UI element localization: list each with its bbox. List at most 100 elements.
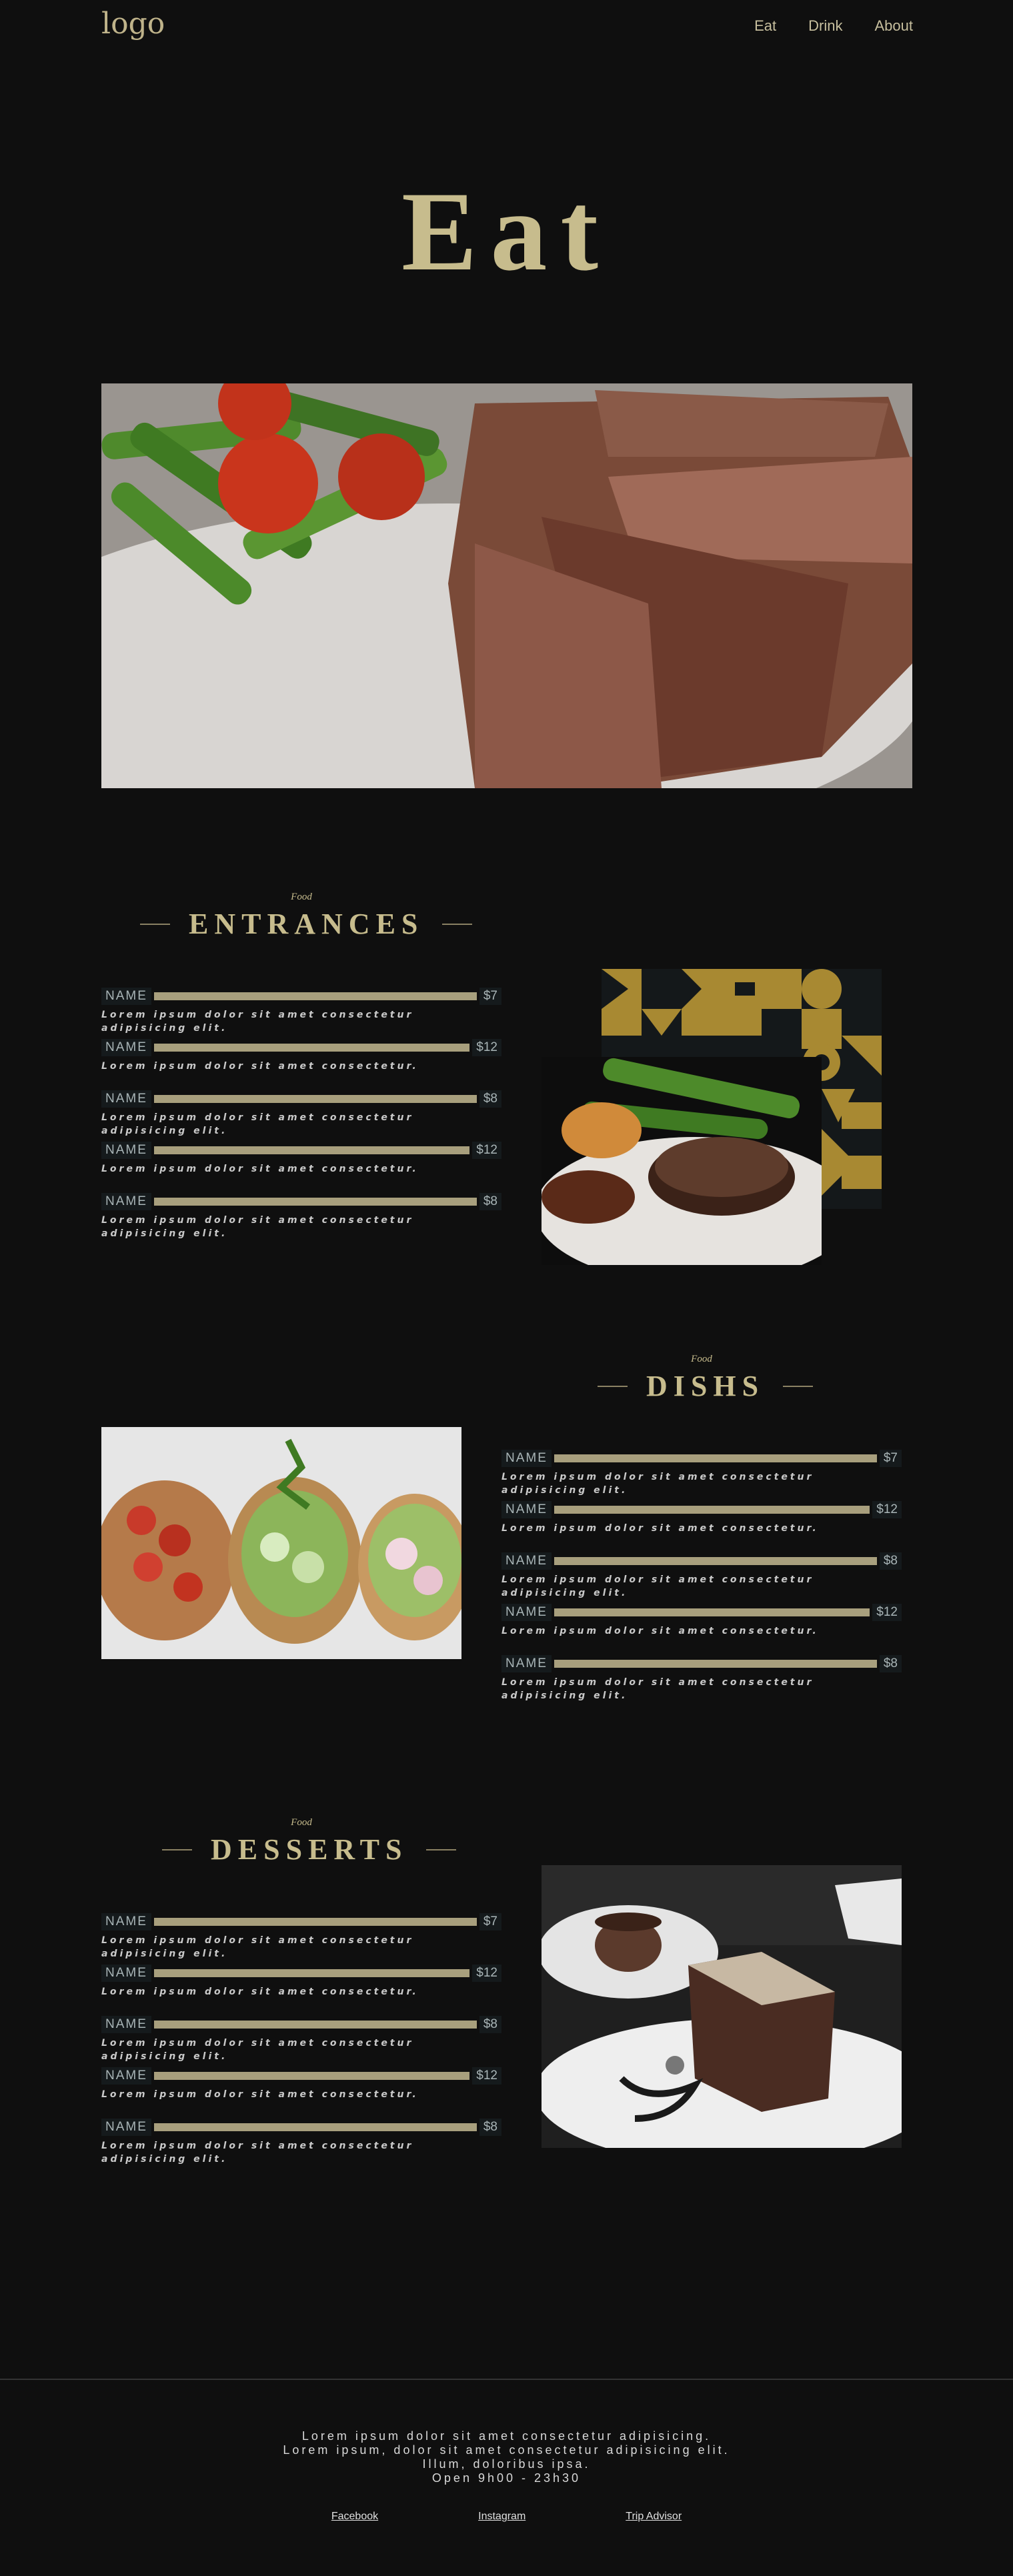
list-item: NAME $8 Lorem ipsum dolor sit amet consec… [501,1654,902,1706]
item-name: NAME [501,1655,552,1672]
item-description: Lorem ipsum dolor sit amet consectetur a… [501,1472,814,1496]
item-price: $12 [872,1501,902,1518]
item-bar [554,1660,877,1668]
list-item: NAME $7 Lorem ipsum dolor sit amet consec… [501,1449,902,1500]
item-bar [554,1506,870,1514]
title-divider-right [426,1848,457,1850]
item-description: Lorem ipsum dolor sit amet consectetur a… [101,1935,414,1959]
item-bar [554,1608,870,1616]
item-description: Lorem ipsum dolor sit amet consectetur a… [101,1010,414,1034]
item-price: $7 [879,1450,902,1467]
item-description: Lorem ipsum dolor sit amet consectetur. [501,1626,819,1636]
entrances-title: ENTRANCES [140,907,473,941]
list-item: NAME $12 Lorem ipsum dolor sit amet conse… [501,1603,902,1654]
list-item: NAME $8 Lorem ipsum dolor sit amet consec… [101,1090,501,1141]
list-item: NAME $12 Lorem ipsum dolor sit amet conse… [101,1038,501,1090]
item-bar [153,992,477,1000]
footer-link-instagram[interactable]: Instagram [478,2511,526,2523]
item-name: NAME [101,2016,151,2033]
logo[interactable]: logo [101,7,165,41]
item-name: NAME [101,2067,151,2085]
desserts-title-text: DESSERTS [211,1833,408,1866]
item-name: NAME [101,1039,151,1056]
item-bar [153,2021,477,2029]
item-price: $8 [479,2119,501,2136]
item-description: Lorem ipsum dolor sit amet consectetur a… [101,1215,414,1239]
footer-link-facebook[interactable]: Facebook [331,2511,378,2523]
dishs-kicker: Food [691,1354,712,1364]
item-name: NAME [101,1090,151,1108]
item-price: $12 [472,2067,501,2085]
list-item: NAME $8 Lorem ipsum dolor sit amet consec… [101,2118,501,2169]
list-item: NAME $8 Lorem ipsum dolor sit amet consec… [101,2015,501,2067]
item-price: $12 [472,1142,501,1159]
desserts-cake-image [542,1865,902,2148]
item-bar [153,1198,477,1206]
item-description: Lorem ipsum dolor sit amet consectetur a… [501,1574,814,1598]
item-name: NAME [501,1450,552,1467]
list-item: NAME $12 Lorem ipsum dolor sit amet conse… [501,1500,902,1552]
item-description: Lorem ipsum dolor sit amet consectetur a… [101,2141,414,2165]
footer-link-trip-advisor[interactable]: Trip Advisor [626,2511,682,2523]
desserts-title: DESSERTS [162,1832,457,1866]
item-price: $8 [879,1552,902,1570]
nav-link-eat[interactable]: Eat [754,17,776,35]
title-divider-left [162,1848,192,1850]
item-bar [153,2123,477,2131]
item-bar [153,2072,470,2080]
entrances-kicker: Food [291,892,312,902]
item-name: NAME [101,988,151,1005]
item-description: Lorem ipsum dolor sit amet consectetur. [501,1523,819,1534]
item-name: NAME [101,1193,151,1210]
item-price: $8 [479,1090,501,1108]
item-price: $12 [472,1039,501,1056]
item-description: Lorem ipsum dolor sit amet consectetur. [101,1061,419,1072]
dishs-toast-image [101,1427,461,1659]
item-bar [554,1557,877,1565]
item-bar [153,1918,477,1926]
item-price: $7 [479,1913,501,1930]
top-nav: logo Eat Drink About [0,0,1013,53]
item-description: Lorem ipsum dolor sit amet consectetur a… [101,2038,414,2062]
item-description: Lorem ipsum dolor sit amet consectetur. [101,1164,419,1174]
item-price: $8 [479,1193,501,1210]
item-description: Lorem ipsum dolor sit amet consectetur. [101,2089,419,2100]
list-item: NAME $12 Lorem ipsum dolor sit amet conse… [101,2067,501,2118]
item-bar [153,1044,470,1052]
item-price: $12 [872,1604,902,1621]
item-description: Lorem ipsum dolor sit amet consectetur a… [501,1677,814,1701]
item-name: NAME [101,1965,151,1982]
entrances-title-text: ENTRANCES [189,908,424,940]
dishs-title-text: DISHS [646,1370,765,1402]
dishs-menu-list: NAME $7 Lorem ipsum dolor sit amet consec… [501,1449,902,1706]
item-name: NAME [101,1913,151,1930]
footer-line-1: Lorem ipsum dolor sit amet consectetur a… [301,2429,712,2443]
title-divider-right [783,1385,814,1387]
footer-info: Lorem ipsum dolor sit amet consectetur a… [0,2429,1013,2485]
item-name: NAME [501,1604,552,1621]
item-name: NAME [501,1552,552,1570]
title-divider-left [140,923,170,925]
item-bar [153,1969,470,1977]
list-item: NAME $8 Lorem ipsum dolor sit amet consec… [101,1192,501,1244]
item-description: Lorem ipsum dolor sit amet consectetur a… [101,1112,414,1136]
item-bar [554,1454,877,1462]
title-divider-right [442,923,473,925]
item-bar [153,1146,470,1154]
nav-menu: Eat Drink About [754,17,913,35]
footer-divider [0,2379,1013,2380]
page-title: Eat [401,169,612,294]
item-price: $8 [879,1655,902,1672]
item-name: NAME [101,1142,151,1159]
title-divider-left [598,1385,628,1387]
footer-links: Facebook Instagram Trip Advisor [0,2511,1013,2523]
item-description: Lorem ipsum dolor sit amet consectetur. [101,1987,419,1997]
list-item: NAME $7 Lorem ipsum dolor sit amet consec… [101,1912,501,1964]
list-item: NAME $7 Lorem ipsum dolor sit amet consec… [101,987,501,1038]
item-bar [153,1095,477,1103]
item-price: $12 [472,1965,501,1982]
nav-link-drink[interactable]: Drink [808,17,842,35]
list-item: NAME $12 Lorem ipsum dolor sit amet conse… [101,1141,501,1192]
item-price: $8 [479,2016,501,2033]
nav-link-about[interactable]: About [875,17,914,35]
